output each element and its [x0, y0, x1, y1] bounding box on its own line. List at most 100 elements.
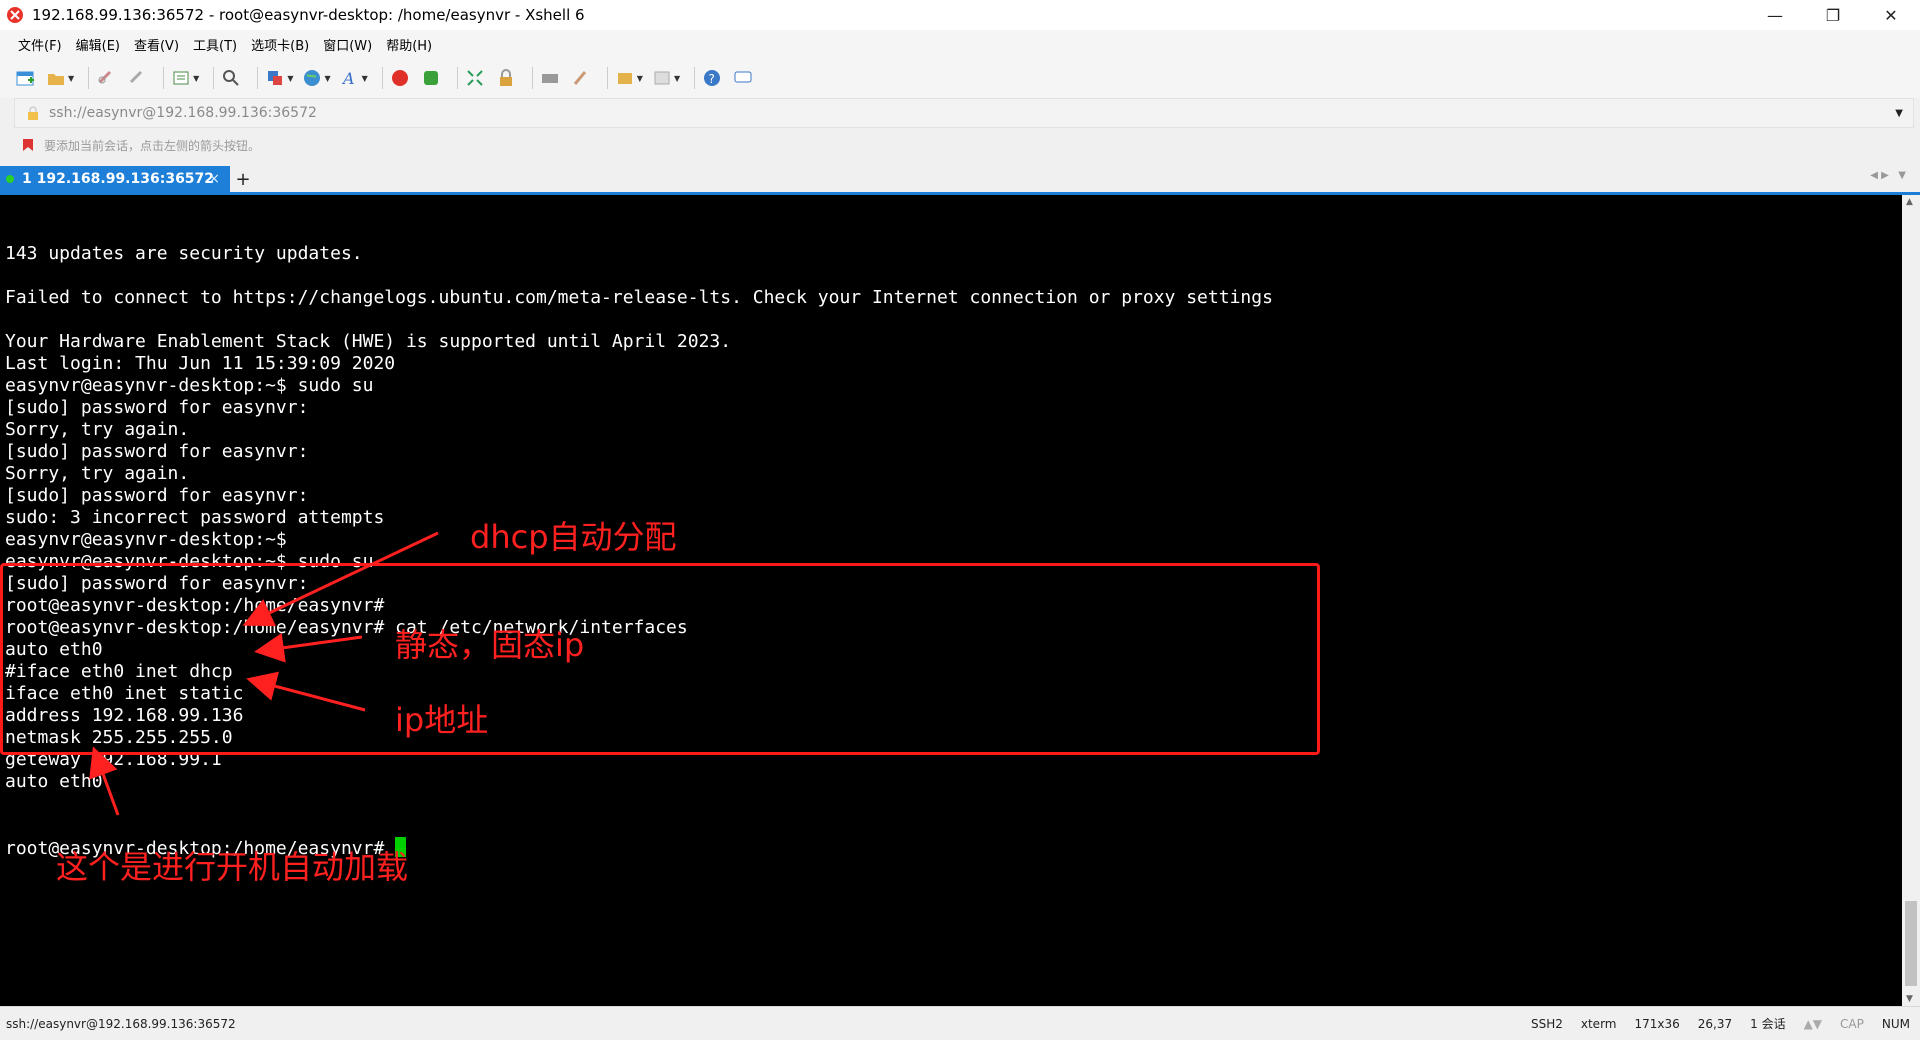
status-position: 26,37 — [1697, 1016, 1733, 1031]
lock-icon[interactable] — [495, 67, 517, 89]
terminal-line: auto eth0 — [5, 771, 103, 792]
menu-edit[interactable]: 编辑(E) — [76, 35, 120, 54]
layout-icon[interactable] — [651, 67, 673, 89]
title-bar: 192.168.99.136:36572 - root@easynvr-desk… — [0, 0, 1920, 30]
address-dropdown-icon[interactable]: ▼ — [1895, 108, 1903, 119]
toolbar-separator — [531, 67, 533, 89]
status-protocol: SSH2 — [1530, 1016, 1563, 1031]
annotation-ip: ip地址 — [395, 701, 489, 739]
terminal-line: Your Hardware Enablement Stack (HWE) is … — [5, 331, 732, 352]
toolbar-separator — [694, 67, 696, 89]
scroll-down-icon[interactable]: ▼ — [1906, 994, 1913, 1004]
fullscreen-icon[interactable] — [464, 67, 486, 89]
menu-view[interactable]: 查看(V) — [134, 35, 179, 54]
highlight-icon[interactable] — [570, 67, 592, 89]
status-num: NUM — [1881, 1016, 1910, 1031]
terminal-line: Sorry, try again. — [5, 419, 190, 440]
properties-icon[interactable] — [170, 67, 192, 89]
compose-icon[interactable] — [614, 67, 636, 89]
close-window-button[interactable]: ✕ — [1862, 0, 1920, 30]
xshell-icon[interactable] — [389, 67, 411, 89]
toolbar: ▼ ▼ ▼ ▼ A ▼ ▼ ▼ ? — [0, 58, 1920, 98]
minimize-button[interactable]: — — [1746, 0, 1804, 30]
globe-dropdown-icon[interactable]: ▼ — [324, 74, 330, 83]
keyboard-icon[interactable] — [539, 67, 561, 89]
vertical-scrollbar[interactable]: ▲ ▼ — [1902, 195, 1920, 1006]
transfer-dropdown-icon[interactable]: ▼ — [287, 74, 293, 83]
toolbar-separator — [257, 67, 259, 89]
annotation-dhcp: dhcp自动分配 — [470, 518, 677, 556]
close-tab-icon[interactable]: × — [208, 171, 220, 187]
status-connection: ssh://easynvr@192.168.99.136:36572 — [6, 1016, 236, 1031]
toolbar-separator — [213, 67, 215, 89]
disconnect-icon[interactable] — [126, 67, 148, 89]
status-nav-arrows-icon[interactable]: ▲▼ — [1804, 1017, 1822, 1031]
address-input[interactable]: ssh://easynvr@192.168.99.136:36572 — [49, 105, 317, 121]
annotation-static: 静态，固态ip — [395, 626, 585, 664]
terminal-line: [sudo] password for easynvr: — [5, 441, 309, 462]
lock-small-icon — [28, 106, 38, 120]
terminal-line: easynvr@easynvr-desktop:~$ — [5, 529, 287, 550]
status-cap: CAP — [1840, 1016, 1864, 1031]
restore-button[interactable]: ❐ — [1804, 0, 1862, 30]
font-icon[interactable]: A — [339, 67, 361, 89]
status-term: xterm — [1580, 1016, 1617, 1031]
terminal-line: [sudo] password for easynvr: — [5, 397, 309, 418]
menu-window[interactable]: 窗口(W) — [323, 35, 372, 54]
terminal-line: [sudo] password for easynvr: — [5, 485, 309, 506]
find-icon[interactable] — [220, 67, 242, 89]
xftp-icon[interactable] — [420, 67, 442, 89]
tab-scroll-arrows-icon[interactable]: ◀ ▶ ▼ — [1870, 170, 1906, 181]
compose-dropdown-icon[interactable]: ▼ — [637, 74, 643, 83]
toolbar-separator — [88, 67, 90, 89]
xshell-logo-icon — [7, 7, 23, 23]
open-dropdown-icon[interactable]: ▼ — [68, 74, 74, 83]
svg-text:?: ? — [709, 72, 715, 86]
session-tab-label: 1 192.168.99.136:36572 — [22, 171, 215, 187]
scroll-up-icon[interactable]: ▲ — [1906, 197, 1913, 207]
add-tab-button[interactable]: + — [232, 168, 254, 190]
tab-bar: 1 192.168.99.136:36572 × + ◀ ▶ ▼ — [0, 166, 1920, 195]
terminal-line: 143 updates are security updates. — [5, 243, 363, 264]
terminal-line: Failed to connect to https://changelogs.… — [5, 287, 1273, 308]
toolbar-separator — [163, 67, 165, 89]
layout-dropdown-icon[interactable]: ▼ — [674, 74, 680, 83]
menu-help[interactable]: 帮助(H) — [386, 35, 432, 54]
terminal-line: sudo: 3 incorrect password attempts — [5, 507, 385, 528]
properties-dropdown-icon[interactable]: ▼ — [193, 74, 199, 83]
scrollbar-thumb[interactable] — [1905, 901, 1917, 986]
menu-bar: 文件(F) 编辑(E) 查看(V) 工具(T) 选项卡(B) 窗口(W) 帮助(… — [0, 30, 1920, 58]
hint-text: 要添加当前会话，点击左侧的箭头按钮。 — [44, 138, 261, 153]
hint-bar: 要添加当前会话，点击左侧的箭头按钮。 — [0, 130, 1920, 160]
transfer-icon[interactable] — [264, 67, 286, 89]
help-icon[interactable]: ? — [701, 67, 723, 89]
svg-text:A: A — [341, 69, 355, 88]
annotation-auto: 这个是进行开机自动加载 — [56, 848, 409, 886]
menu-tools[interactable]: 工具(T) — [193, 35, 237, 54]
open-folder-icon[interactable] — [45, 67, 67, 89]
toolbar-separator — [606, 67, 608, 89]
terminal-line: Last login: Thu Jun 11 15:39:09 2020 — [5, 353, 396, 374]
menu-tab[interactable]: 选项卡(B) — [251, 35, 309, 54]
status-size: 171x36 — [1634, 1016, 1680, 1031]
menu-file[interactable]: 文件(F) — [18, 35, 62, 54]
new-session-icon[interactable] — [14, 67, 36, 89]
status-sessions[interactable]: 1 会话 — [1750, 1015, 1785, 1032]
globe-icon[interactable] — [301, 67, 323, 89]
bookmark-arrow-icon[interactable] — [20, 137, 36, 153]
highlight-box — [0, 563, 1320, 755]
terminal-line: Sorry, try again. — [5, 463, 190, 484]
toolbar-separator — [456, 67, 458, 89]
connect-icon[interactable] — [95, 67, 117, 89]
font-dropdown-icon[interactable]: ▼ — [362, 74, 368, 83]
toolbar-separator — [381, 67, 383, 89]
window-title: 192.168.99.136:36572 - root@easynvr-desk… — [32, 6, 585, 24]
status-bar: ssh://easynvr@192.168.99.136:36572 SSH2 … — [0, 1006, 1920, 1040]
address-bar[interactable]: ssh://easynvr@192.168.99.136:36572 ▼ — [14, 98, 1914, 128]
connected-status-icon — [6, 175, 14, 183]
chat-icon[interactable] — [732, 67, 754, 89]
terminal-line: easynvr@easynvr-desktop:~$ sudo su — [5, 375, 374, 396]
session-tab[interactable]: 1 192.168.99.136:36572 × — [0, 166, 230, 192]
